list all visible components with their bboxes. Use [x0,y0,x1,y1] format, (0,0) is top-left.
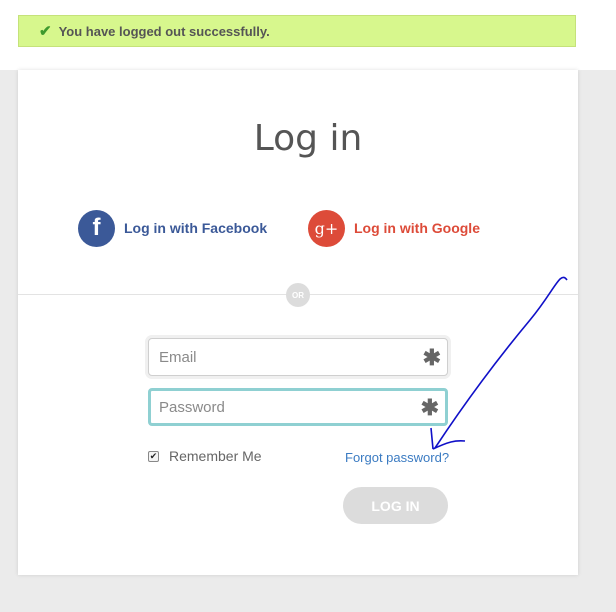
login-button[interactable]: LOG IN [343,487,448,524]
facebook-icon: f [78,209,115,247]
alert-message: You have logged out successfully. [58,23,270,39]
checkmark-icon: ✔ [39,22,52,40]
facebook-login-label: Log in with Facebook [124,220,268,236]
forgot-password-link[interactable]: Forgot password? [345,450,449,465]
email-field: ✱ [148,338,448,376]
logout-success-alert: ✔ You have logged out successfully. [18,15,576,47]
google-login-label: Log in with Google [354,220,480,236]
remember-me-label: Remember Me [169,448,262,464]
page-title: Log in [253,118,363,159]
required-asterisk-icon: ✱ [422,345,441,371]
password-field: ✱ [148,388,448,426]
password-input[interactable] [151,391,445,423]
remember-me[interactable]: ✔ Remember Me [148,448,262,464]
or-separator: OR [286,283,310,307]
facebook-login-button[interactable]: f Log in with Facebook [78,209,268,247]
email-input[interactable] [149,339,447,375]
google-plus-icon: g+ [308,209,345,247]
google-login-button[interactable]: g+ Log in with Google [308,209,480,247]
required-asterisk-icon: ✱ [420,395,439,421]
remember-me-checkbox[interactable]: ✔ [148,450,159,462]
